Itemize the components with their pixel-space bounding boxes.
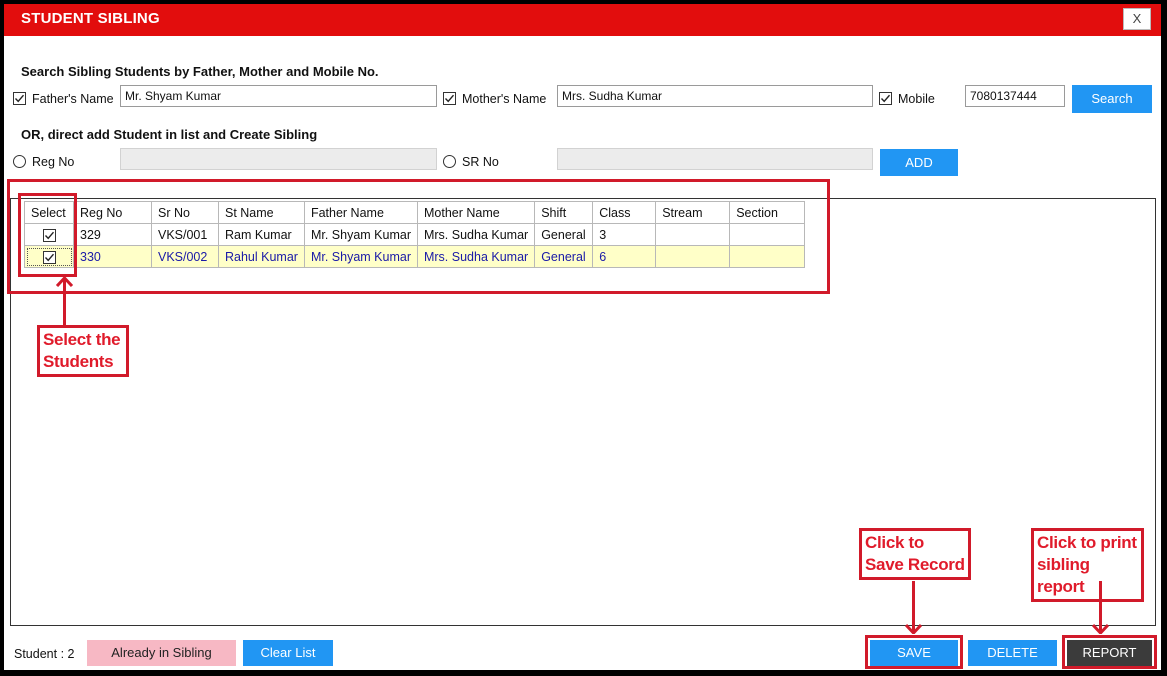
already-in-sibling-legend: Already in Sibling [87,640,236,666]
arrow-head-up-icon [56,277,73,287]
select-column-highlight-box [18,193,77,277]
close-button[interactable]: X [1123,8,1151,30]
save-button[interactable]: SAVE [870,640,958,666]
report-button[interactable]: REPORT [1067,640,1152,666]
search-heading: Search Sibling Students by Father, Mothe… [21,64,379,79]
delete-button[interactable]: DELETE [968,640,1057,666]
save-callout: Click to Save Record [859,528,971,580]
add-button[interactable]: ADD [880,149,958,176]
check-icon [880,94,891,103]
report-callout: Click to print sibling report [1031,528,1144,602]
arrow-head-down-icon [1092,624,1109,634]
reg-no-radio[interactable] [13,155,26,168]
check-icon [444,94,455,103]
direct-add-heading: OR, direct add Student in list and Creat… [21,127,318,142]
student-count: Student : 2 [14,647,75,661]
arrow-head-down-icon [905,624,922,634]
title-bar: STUDENT SIBLING X [4,4,1161,36]
mobile-input[interactable]: 7080137444 [965,85,1065,107]
father-name-checkbox[interactable] [13,92,26,105]
reg-no-label: Reg No [32,155,75,169]
select-callout: Select the Students [37,325,129,377]
mother-name-label: Mother's Name [462,92,547,106]
sr-no-input[interactable] [557,148,873,170]
mother-name-checkbox[interactable] [443,92,456,105]
father-name-input[interactable]: Mr. Shyam Kumar [120,85,437,107]
sr-no-radio[interactable] [443,155,456,168]
father-name-label: Father's Name [32,92,114,106]
mother-name-input[interactable]: Mrs. Sudha Kumar [557,85,873,107]
search-button[interactable]: Search [1072,85,1152,113]
clear-list-button[interactable]: Clear List [243,640,333,666]
mobile-checkbox[interactable] [879,92,892,105]
grid-highlight-box [7,179,830,294]
reg-no-input[interactable] [120,148,437,170]
sr-no-label: SR No [462,155,499,169]
mobile-label: Mobile [898,92,935,106]
window-title: STUDENT SIBLING [21,10,160,27]
student-sibling-window: STUDENT SIBLING X Search Sibling Student… [4,4,1161,670]
check-icon [14,94,25,103]
